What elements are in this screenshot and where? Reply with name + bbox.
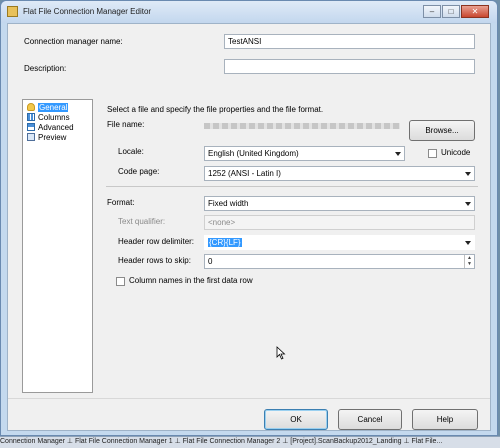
header-row-delimiter-select[interactable]: {CR}{LF} [204, 235, 475, 250]
file-name-value-blurred[interactable] [204, 123, 400, 129]
connection-name-input[interactable]: TestANSI [224, 34, 475, 49]
file-name-label: File name: [107, 120, 145, 129]
taskbar: Connection Manager ⊥ Flat File Connectio… [0, 436, 500, 448]
nav-item-preview[interactable]: Preview [27, 132, 92, 142]
locale-select[interactable]: English (United Kingdom) [204, 146, 405, 161]
minimize-button[interactable]: – [423, 5, 441, 18]
section-divider [106, 186, 478, 187]
cancel-button[interactable]: Cancel [338, 409, 402, 430]
nav-item-label: Advanced [38, 122, 74, 132]
page-navigation-list: General Columns Advanced Preview [22, 99, 93, 393]
window-title: Flat File Connection Manager Editor [23, 7, 152, 16]
preview-icon [27, 133, 35, 141]
mouse-cursor-icon [276, 346, 286, 360]
dialog-client-area: Connection manager name: TestANSI Descri… [7, 23, 491, 431]
maximize-button[interactable]: □ [442, 5, 460, 18]
general-icon [27, 103, 35, 111]
format-value: Fixed width [208, 199, 249, 208]
nav-item-advanced[interactable]: Advanced [27, 122, 92, 132]
header-row-delimiter-label: Header row delimiter: [118, 237, 195, 246]
nav-item-label: General [38, 102, 69, 112]
taskbar-text[interactable]: Connection Manager ⊥ Flat File Connectio… [0, 438, 442, 445]
code-page-select[interactable]: 1252 (ANSI - Latin I) [204, 166, 475, 181]
dialog-window: Flat File Connection Manager Editor – □ … [0, 0, 498, 436]
browse-button[interactable]: Browse... [409, 120, 475, 141]
unicode-checkbox[interactable] [428, 149, 437, 158]
footer-divider [8, 398, 490, 399]
instruction-text: Select a file and specify the file prope… [107, 105, 324, 114]
app-icon [7, 6, 18, 17]
column-names-label: Column names in the first data row [129, 276, 253, 285]
caption-buttons: – □ ✕ [422, 5, 489, 18]
header-row-delimiter-value: {CR}{LF} [208, 238, 242, 247]
unicode-label: Unicode [441, 148, 471, 157]
code-page-label: Code page: [118, 167, 160, 176]
nav-item-label: Preview [38, 132, 67, 142]
chevron-down-icon [395, 152, 401, 156]
text-qualifier-label: Text qualifier: [118, 217, 166, 226]
header-rows-skip-label: Header rows to skip: [118, 256, 191, 265]
help-button[interactable]: Help [412, 409, 478, 430]
columns-icon [27, 113, 35, 121]
description-input[interactable] [224, 59, 475, 74]
close-button[interactable]: ✕ [461, 5, 489, 18]
nav-item-label: Columns [38, 112, 70, 122]
locale-label: Locale: [118, 147, 144, 156]
chevron-down-icon [465, 202, 471, 206]
ok-button[interactable]: OK [264, 409, 328, 430]
nav-item-columns[interactable]: Columns [27, 112, 92, 122]
spin-down-icon[interactable]: ▼ [465, 261, 474, 267]
chevron-down-icon [465, 241, 471, 245]
nav-item-general[interactable]: General [27, 102, 92, 112]
spin-buttons[interactable]: ▲ ▼ [464, 255, 474, 268]
format-label: Format: [107, 198, 135, 207]
code-page-value: 1252 (ANSI - Latin I) [208, 169, 281, 178]
header-rows-skip-value: 0 [208, 257, 213, 266]
text-qualifier-input: <none> [204, 215, 475, 230]
chevron-down-icon [465, 172, 471, 176]
advanced-icon [27, 123, 35, 131]
format-select[interactable]: Fixed width [204, 196, 475, 211]
locale-value: English (United Kingdom) [208, 149, 299, 158]
description-label: Description: [24, 64, 67, 73]
column-names-checkbox[interactable] [116, 277, 125, 286]
connection-name-label: Connection manager name: [24, 37, 123, 46]
title-bar[interactable]: Flat File Connection Manager Editor – □ … [1, 1, 497, 23]
header-rows-skip-input[interactable]: 0 ▲ ▼ [204, 254, 475, 269]
